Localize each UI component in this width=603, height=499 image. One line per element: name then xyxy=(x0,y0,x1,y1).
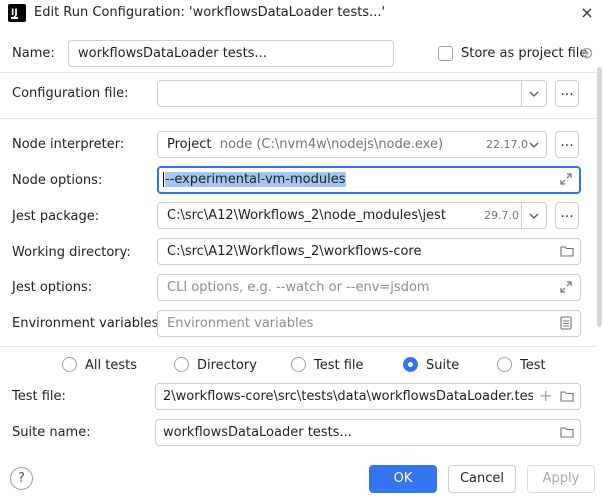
radio-test-file[interactable] xyxy=(291,357,306,372)
folder-icon[interactable] xyxy=(560,427,574,438)
combo-separator xyxy=(521,81,522,106)
chevron-down-icon[interactable] xyxy=(529,211,539,221)
name-label: Name: xyxy=(12,46,55,61)
working-dir-label: Working directory: xyxy=(12,245,131,260)
apply-button[interactable]: Apply xyxy=(527,465,595,493)
help-icon[interactable]: ? xyxy=(10,467,33,490)
suite-name-input[interactable]: workflowsDataLoader tests... xyxy=(155,419,581,446)
env-vars-input[interactable]: Environment variables xyxy=(157,310,581,337)
expand-icon[interactable] xyxy=(559,280,573,294)
working-dir-input[interactable]: C:\src\A12\Workflows_2\workflows-core xyxy=(157,238,581,265)
folder-icon[interactable] xyxy=(560,391,574,402)
config-file-label: Configuration file: xyxy=(12,86,129,101)
jest-package-label: Jest package: xyxy=(12,209,100,224)
radio-directory-label: Directory xyxy=(197,358,257,373)
test-file-label: Test file: xyxy=(12,389,66,404)
divider xyxy=(0,346,597,347)
node-interpreter-label: Node interpreter: xyxy=(12,137,125,152)
name-input[interactable]: workflowsDataLoader tests... xyxy=(68,40,394,67)
jest-options-placeholder: CLI options, e.g. --watch or --env=jsdom xyxy=(167,280,430,295)
store-as-project-checkbox[interactable] xyxy=(438,46,453,61)
scrollbar[interactable] xyxy=(597,67,602,327)
expand-icon[interactable] xyxy=(559,172,573,186)
radio-test-file-label: Test file xyxy=(314,358,364,373)
combo-separator xyxy=(521,203,522,228)
radio-suite[interactable] xyxy=(403,357,418,372)
radio-test-label: Test xyxy=(520,358,546,373)
node-interpreter-browse-button[interactable]: ... xyxy=(555,131,579,158)
config-file-combo[interactable] xyxy=(157,80,547,107)
folder-icon[interactable] xyxy=(560,246,574,257)
document-icon[interactable] xyxy=(560,316,572,330)
close-icon[interactable]: × xyxy=(576,2,598,24)
plus-icon[interactable]: + xyxy=(539,386,552,405)
test-file-input[interactable]: 2\workflows-core\src\tests\data\workflow… xyxy=(155,383,581,410)
radio-all-tests[interactable] xyxy=(62,357,77,372)
divider xyxy=(0,118,597,119)
node-interpreter-project: Project xyxy=(167,137,212,152)
config-file-browse-button[interactable]: ... xyxy=(555,80,579,107)
suite-name-label: Suite name: xyxy=(12,425,91,440)
node-interpreter-path: node (C:\nvm4w\nodejs\node.exe) xyxy=(219,137,444,152)
node-options-value: --experimental-vm-modules xyxy=(165,172,346,187)
divider xyxy=(0,72,597,73)
gear-icon[interactable] xyxy=(580,46,594,60)
node-options-label: Node options: xyxy=(12,173,103,188)
cancel-button[interactable]: Cancel xyxy=(448,465,516,493)
jest-version: 29.7.0 xyxy=(484,209,519,222)
intellij-logo-icon: IJ xyxy=(8,4,26,22)
test-file-value: 2\workflows-core\src\tests\data\workflow… xyxy=(163,389,533,404)
jest-options-input[interactable]: CLI options, e.g. --watch or --env=jsdom xyxy=(157,274,581,301)
chevron-down-icon[interactable] xyxy=(529,140,539,150)
radio-test[interactable] xyxy=(497,357,512,372)
radio-all-tests-label: All tests xyxy=(85,358,137,373)
env-vars-label: Environment variables: xyxy=(12,316,163,331)
jest-options-label: Jest options: xyxy=(12,280,93,295)
jest-package-browse-button[interactable]: ... xyxy=(555,202,579,229)
radio-directory[interactable] xyxy=(174,357,189,372)
store-as-project-label: Store as project file xyxy=(461,46,588,61)
env-vars-placeholder: Environment variables xyxy=(167,316,314,331)
node-options-input[interactable]: --experimental-vm-modules xyxy=(157,166,581,194)
window-title: Edit Run Configuration: 'workflowsDataLo… xyxy=(34,5,386,20)
title-bar: IJ Edit Run Configuration: 'workflowsDat… xyxy=(0,0,603,26)
node-version: 22.17.0 xyxy=(486,138,528,151)
chevron-down-icon[interactable] xyxy=(529,89,539,99)
ok-button[interactable]: OK xyxy=(369,465,437,493)
radio-suite-label: Suite xyxy=(426,358,460,373)
